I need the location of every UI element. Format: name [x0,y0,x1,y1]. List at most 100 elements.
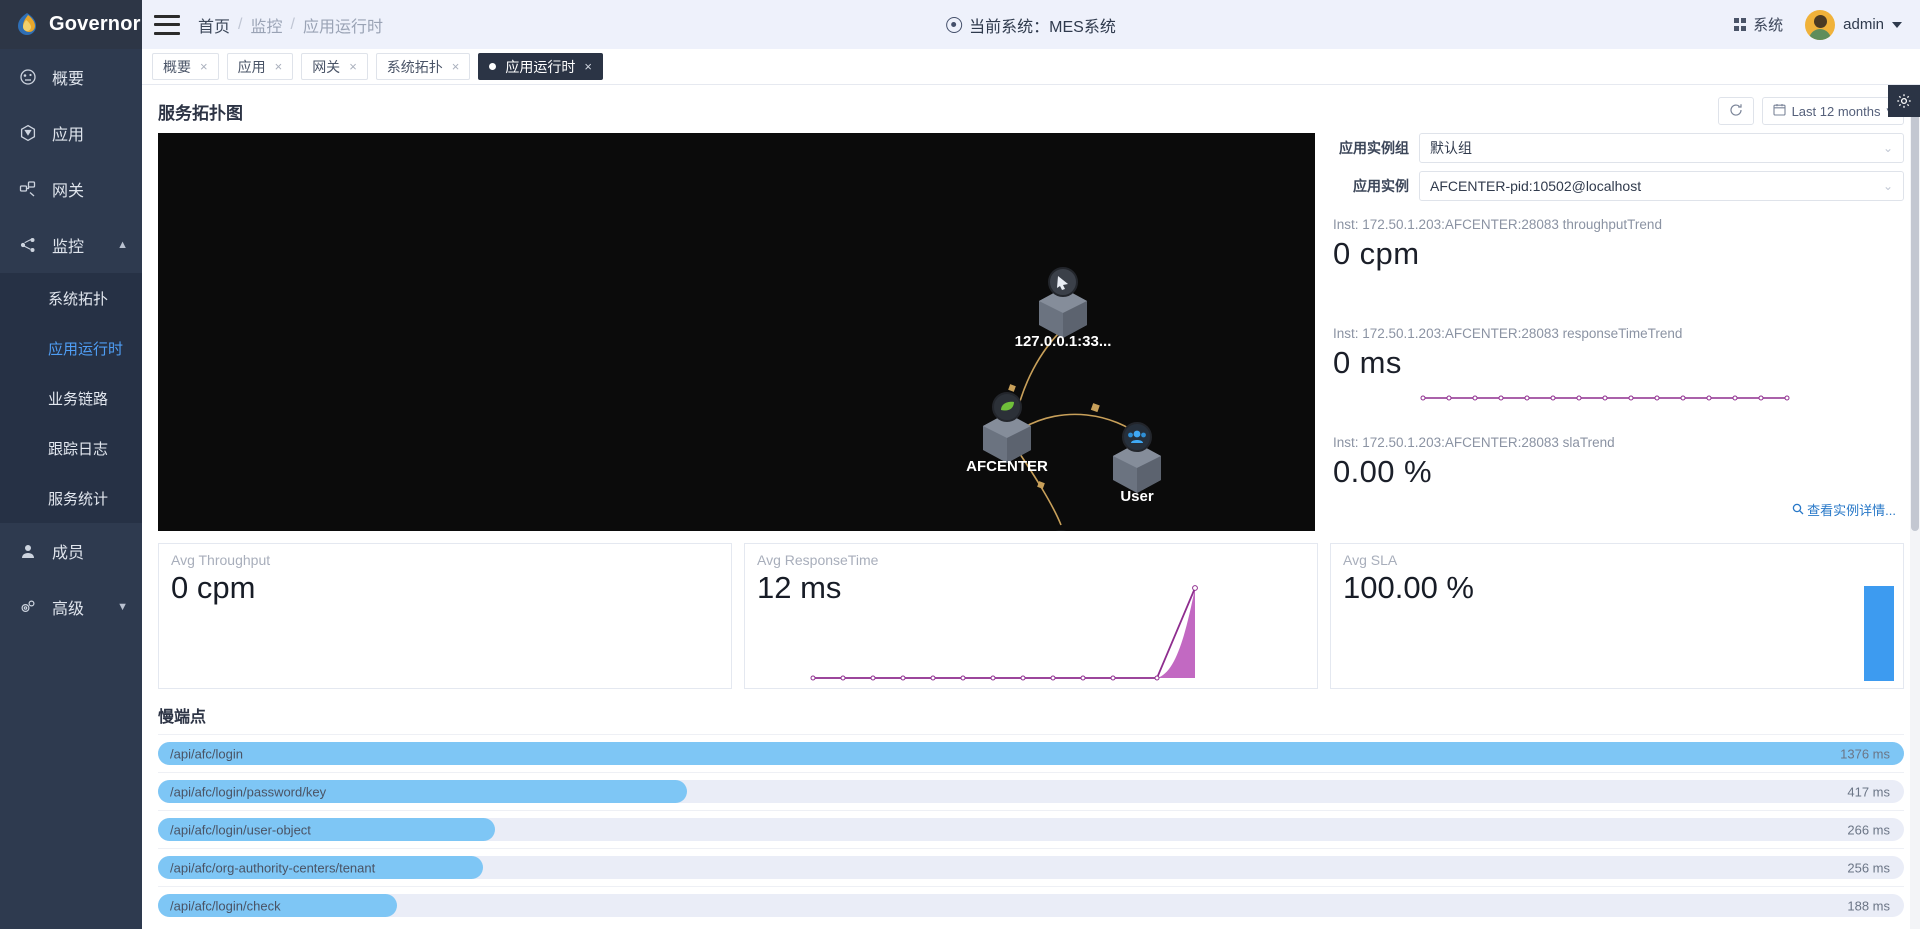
chevron-down-icon: ⌄ [1883,141,1893,155]
topology-node-label: AFCENTER [966,458,1048,475]
sidebar-subitem-trace-log[interactable]: 跟踪日志 [0,423,142,473]
sidebar-subitem-label: 跟踪日志 [48,438,108,459]
tab-gateway[interactable]: 网关 × [301,53,368,80]
scrollbar-thumb[interactable] [1911,101,1919,531]
sidebar-item-members[interactable]: 成员 [0,523,142,579]
topology-node-label: 127.0.0.1:33... [1015,333,1112,350]
slow-endpoints-section: 慢端点 /api/afc/login 1376 ms /api/afc/logi… [142,689,1920,924]
service-topology-graph[interactable]: ? 127.0.0.1:33... AFCENTER User BPS-SERV… [158,133,1315,531]
eye-icon [946,17,962,33]
table-row[interactable]: /api/afc/login/check 188 ms [158,886,1904,924]
brand-logo-area[interactable]: Governor [0,0,142,49]
summary-cards-row: Avg Throughput 0 cpm Avg ResponseTime 12… [142,531,1920,689]
close-icon[interactable]: × [584,59,592,74]
refresh-button[interactable] [1718,97,1754,125]
slow-endpoint-name: /api/afc/login/password/key [170,784,326,799]
breadcrumb-item-monitor[interactable]: 监控 [250,13,282,37]
topology-node-label: User [1120,488,1153,505]
system-button-label: 系统 [1753,14,1783,35]
sidebar-subitem-system-topology[interactable]: 系统拓扑 [0,273,142,323]
chevron-down-icon: ⌄ [1883,179,1893,193]
tab-label: 概要 [163,57,191,77]
instance-group-value: 默认组 [1430,138,1472,158]
gear-icon[interactable] [1888,85,1920,117]
top-bar: Governor 首页 / 监控 / 应用运行时 当前系统：MES系统 系统 a… [0,0,1920,49]
breadcrumb-separator: / [238,16,242,34]
table-row[interactable]: /api/afc/org-authority-centers/tenant 25… [158,848,1904,886]
tab-label: 应用运行时 [505,57,575,77]
instance-group-select[interactable]: 默认组 ⌄ [1419,133,1904,163]
sidebar-subitem-business-chain[interactable]: 业务链路 [0,373,142,423]
time-range-picker[interactable]: Last 12 months ▾ [1762,97,1904,125]
instance-select[interactable]: AFCENTER-pid:10502@localhost ⌄ [1419,171,1904,201]
top-bar-actions: 系统 admin [1734,10,1902,40]
slow-endpoint-name: /api/afc/org-authority-centers/tenant [170,860,375,875]
dashboard-icon [18,68,38,86]
sidebar-subitem-label: 服务统计 [48,488,108,509]
card-avg-throughput[interactable]: Avg Throughput 0 cpm [158,543,732,689]
sidebar-subitem-service-stats[interactable]: 服务统计 [0,473,142,523]
tab-app-runtime[interactable]: 应用运行时 × [478,53,603,80]
tab-application[interactable]: 应用 × [227,53,294,80]
sidebar-item-application[interactable]: 应用 [0,105,142,161]
chevron-up-icon: ▲ [117,239,128,251]
card-avg-responsetime[interactable]: Avg ResponseTime 12 ms [744,543,1318,689]
sidebar-item-overview[interactable]: 概要 [0,49,142,105]
instance-label: 应用实例 [1333,176,1419,196]
breadcrumb-item-runtime[interactable]: 应用运行时 [303,13,383,37]
topology-panel-header: 服务拓扑图 [142,85,1920,133]
sla-bar-chart [1331,578,1904,688]
table-row[interactable]: /api/afc/login/password/key 417 ms [158,772,1904,810]
user-icon [18,543,38,559]
table-row[interactable]: /api/afc/login 1376 ms [158,734,1904,772]
card-label: Avg SLA [1331,544,1903,568]
card-label: Avg Throughput [159,544,731,568]
bar-track [158,894,1904,917]
calendar-icon [1773,103,1786,119]
breadcrumb-item-home[interactable]: 首页 [198,13,230,37]
responsetime-trend-sparkline [1333,385,1904,419]
content-area: 概要 × 应用 × 网关 × 系统拓扑 × 应用运行时 × [142,49,1920,929]
view-instance-detail-link[interactable]: 查看实例详情... [1333,500,1904,519]
card-avg-sla[interactable]: Avg SLA 100.00 % [1330,543,1904,689]
sidebar-item-advanced[interactable]: 高级 ▼ [0,579,142,635]
slow-endpoint-bar: /api/afc/login 1376 ms [158,742,1904,765]
slow-endpoint-bar: /api/afc/login/check 188 ms [158,894,1904,917]
card-value: 0 cpm [159,568,731,606]
user-menu[interactable]: admin [1805,10,1902,40]
grid-icon [1734,18,1747,31]
page-title: 服务拓扑图 [158,99,243,124]
tab-system-topology[interactable]: 系统拓扑 × [376,53,471,80]
sidebar-item-label: 概要 [52,65,84,89]
tab-overview[interactable]: 概要 × [152,53,219,80]
close-icon[interactable]: × [349,59,357,74]
close-icon[interactable]: × [275,59,283,74]
sidebar-subitem-label: 系统拓扑 [48,288,108,309]
avatar [1805,10,1835,40]
close-icon[interactable]: × [200,59,208,74]
current-system-indicator: 当前系统：MES系统 [946,13,1116,37]
hamburger-icon[interactable] [154,15,180,35]
page-scroll-area[interactable]: 服务拓扑图 [142,85,1920,929]
sidebar-item-monitor[interactable]: 监控 ▲ [0,217,142,273]
table-row[interactable]: /api/afc/login/user-object 266 ms [158,810,1904,848]
sidebar-subitem-app-runtime[interactable]: 应用运行时 [0,323,142,373]
slow-endpoint-duration: 1376 ms [1840,746,1890,761]
bar-fill [158,742,1904,765]
cube-icon [18,124,38,142]
body-wrapper: 概要 应用 网关 [0,49,1920,929]
close-icon[interactable]: × [452,59,460,74]
gateway-icon [18,180,38,198]
share-nodes-icon [18,236,38,254]
slow-endpoint-bar: /api/afc/org-authority-centers/tenant 25… [158,856,1904,879]
slow-endpoint-name: /api/afc/login/check [170,898,281,913]
system-button[interactable]: 系统 [1734,14,1784,35]
sidebar-submenu-monitor: 系统拓扑 应用运行时 业务链路 跟踪日志 服务统计 [0,273,142,523]
responsetime-area-chart [745,578,1318,688]
sidebar-item-gateway[interactable]: 网关 [0,161,142,217]
sla-trend-title: Inst: 172.50.1.203:AFCENTER:28083 slaTre… [1333,435,1904,450]
sidebar-subitem-label: 业务链路 [48,388,108,409]
sla-trend-value: 0.00 % [1333,454,1904,490]
vertical-scrollbar[interactable] [1910,85,1920,929]
instance-group-label: 应用实例组 [1333,138,1419,158]
